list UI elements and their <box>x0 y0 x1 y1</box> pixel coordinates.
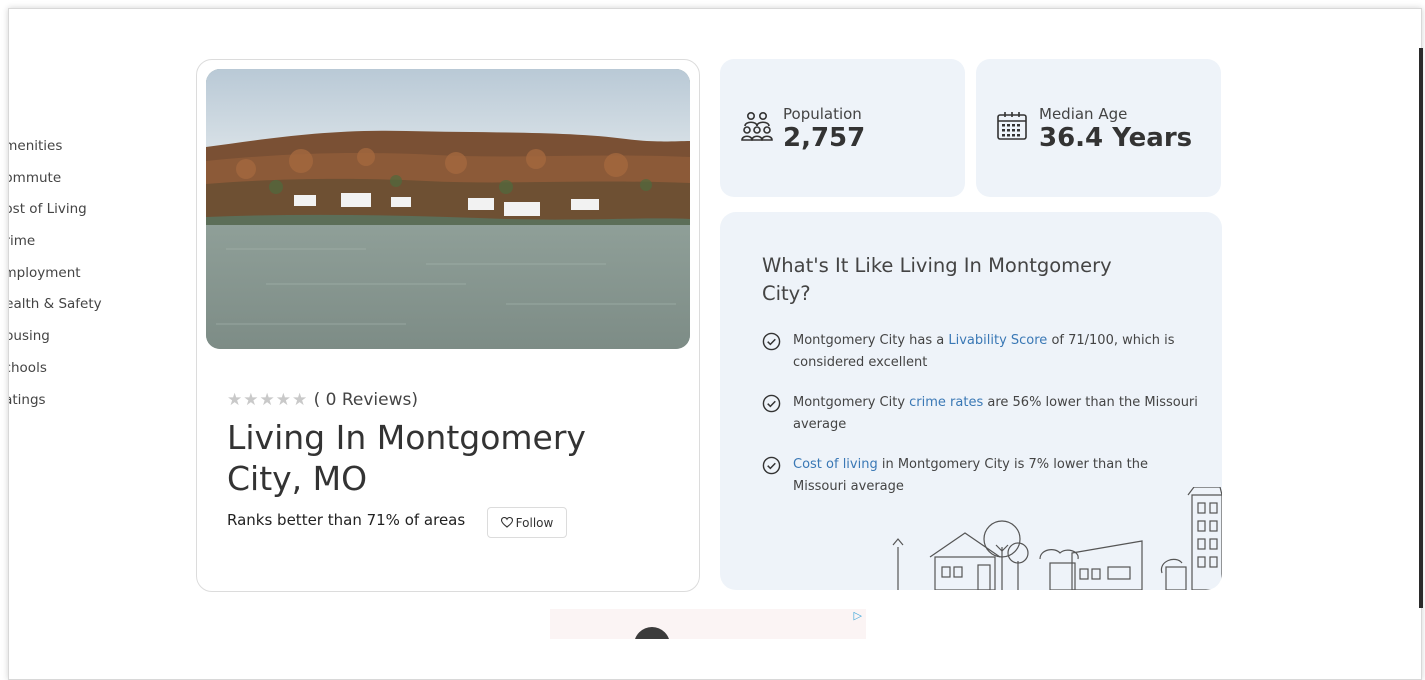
town-skyline-illustration <box>892 487 1222 590</box>
follow-button[interactable]: Follow <box>487 507 567 538</box>
window-edge <box>1419 48 1423 608</box>
living-title: What's It Like Living In Montgomery City… <box>762 254 1112 305</box>
ad-choices-icon[interactable]: ▷ <box>854 609 862 622</box>
sidebar-item-cost-of-living[interactable]: Cost of Living <box>9 194 159 226</box>
population-label: Population <box>783 105 862 123</box>
review-rating: ★★★★★ ( 0 Reviews) <box>227 390 418 410</box>
fact-text: Montgomery City crime rates are 56% lowe… <box>793 395 1198 432</box>
living-summary-card: What's It Like Living In Montgomery City… <box>720 212 1222 590</box>
fact-crime: Montgomery City crime rates are 56% lowe… <box>762 392 1202 436</box>
page-frame: Amenities Commute Cost of Living Crime E… <box>8 8 1422 680</box>
sidebar-item-employment[interactable]: Employment <box>9 258 159 290</box>
cost-of-living-link[interactable]: Cost of living <box>793 457 878 472</box>
calendar-icon <box>997 112 1027 140</box>
sidebar-item-ratings[interactable]: Ratings <box>9 385 159 417</box>
city-hero-card: ★★★★★ ( 0 Reviews) Living In Montgomery … <box>196 59 700 592</box>
sidebar-item-commute[interactable]: Commute <box>9 163 159 195</box>
sidebar-item-housing[interactable]: Housing <box>9 321 159 353</box>
median-age-value: 36.4 Years <box>1039 123 1193 153</box>
follow-label: Follow <box>515 515 554 530</box>
median-age-stat-card: Median Age 36.4 Years <box>976 59 1221 197</box>
check-circle-icon <box>762 456 781 475</box>
ad-image <box>634 627 670 639</box>
livability-score-link[interactable]: Livability Score <box>948 333 1047 348</box>
rank-text: Ranks better than 71% of areas <box>227 511 466 529</box>
fact-livability: Montgomery City has a Livability Score o… <box>762 330 1202 374</box>
sidebar-item-schools[interactable]: Schools <box>9 353 159 385</box>
heart-icon <box>500 517 513 528</box>
sidebar-item-amenities[interactable]: Amenities <box>9 131 159 163</box>
check-circle-icon <box>762 394 781 413</box>
median-age-label: Median Age <box>1039 105 1128 123</box>
sidebar-item-health-safety[interactable]: Health & Safety <box>9 289 159 321</box>
advertisement-banner[interactable]: ▷ <box>550 609 866 639</box>
people-icon <box>741 111 773 141</box>
page-title: Living In Montgomery City, MO <box>227 418 586 498</box>
population-stat-card: Population 2,757 <box>720 59 965 197</box>
lake-scene-image <box>206 69 690 349</box>
check-circle-icon <box>762 332 781 351</box>
review-count[interactable]: ( 0 Reviews) <box>314 390 418 410</box>
star-rating-icon: ★★★★★ <box>227 390 309 410</box>
fact-text: Montgomery City has a Livability Score o… <box>793 333 1175 370</box>
city-lake-photo <box>206 69 690 349</box>
sidebar-nav: Amenities Commute Cost of Living Crime E… <box>9 131 159 416</box>
sidebar-item-crime[interactable]: Crime <box>9 226 159 258</box>
crime-rates-link[interactable]: crime rates <box>909 395 983 410</box>
population-value: 2,757 <box>783 123 866 153</box>
